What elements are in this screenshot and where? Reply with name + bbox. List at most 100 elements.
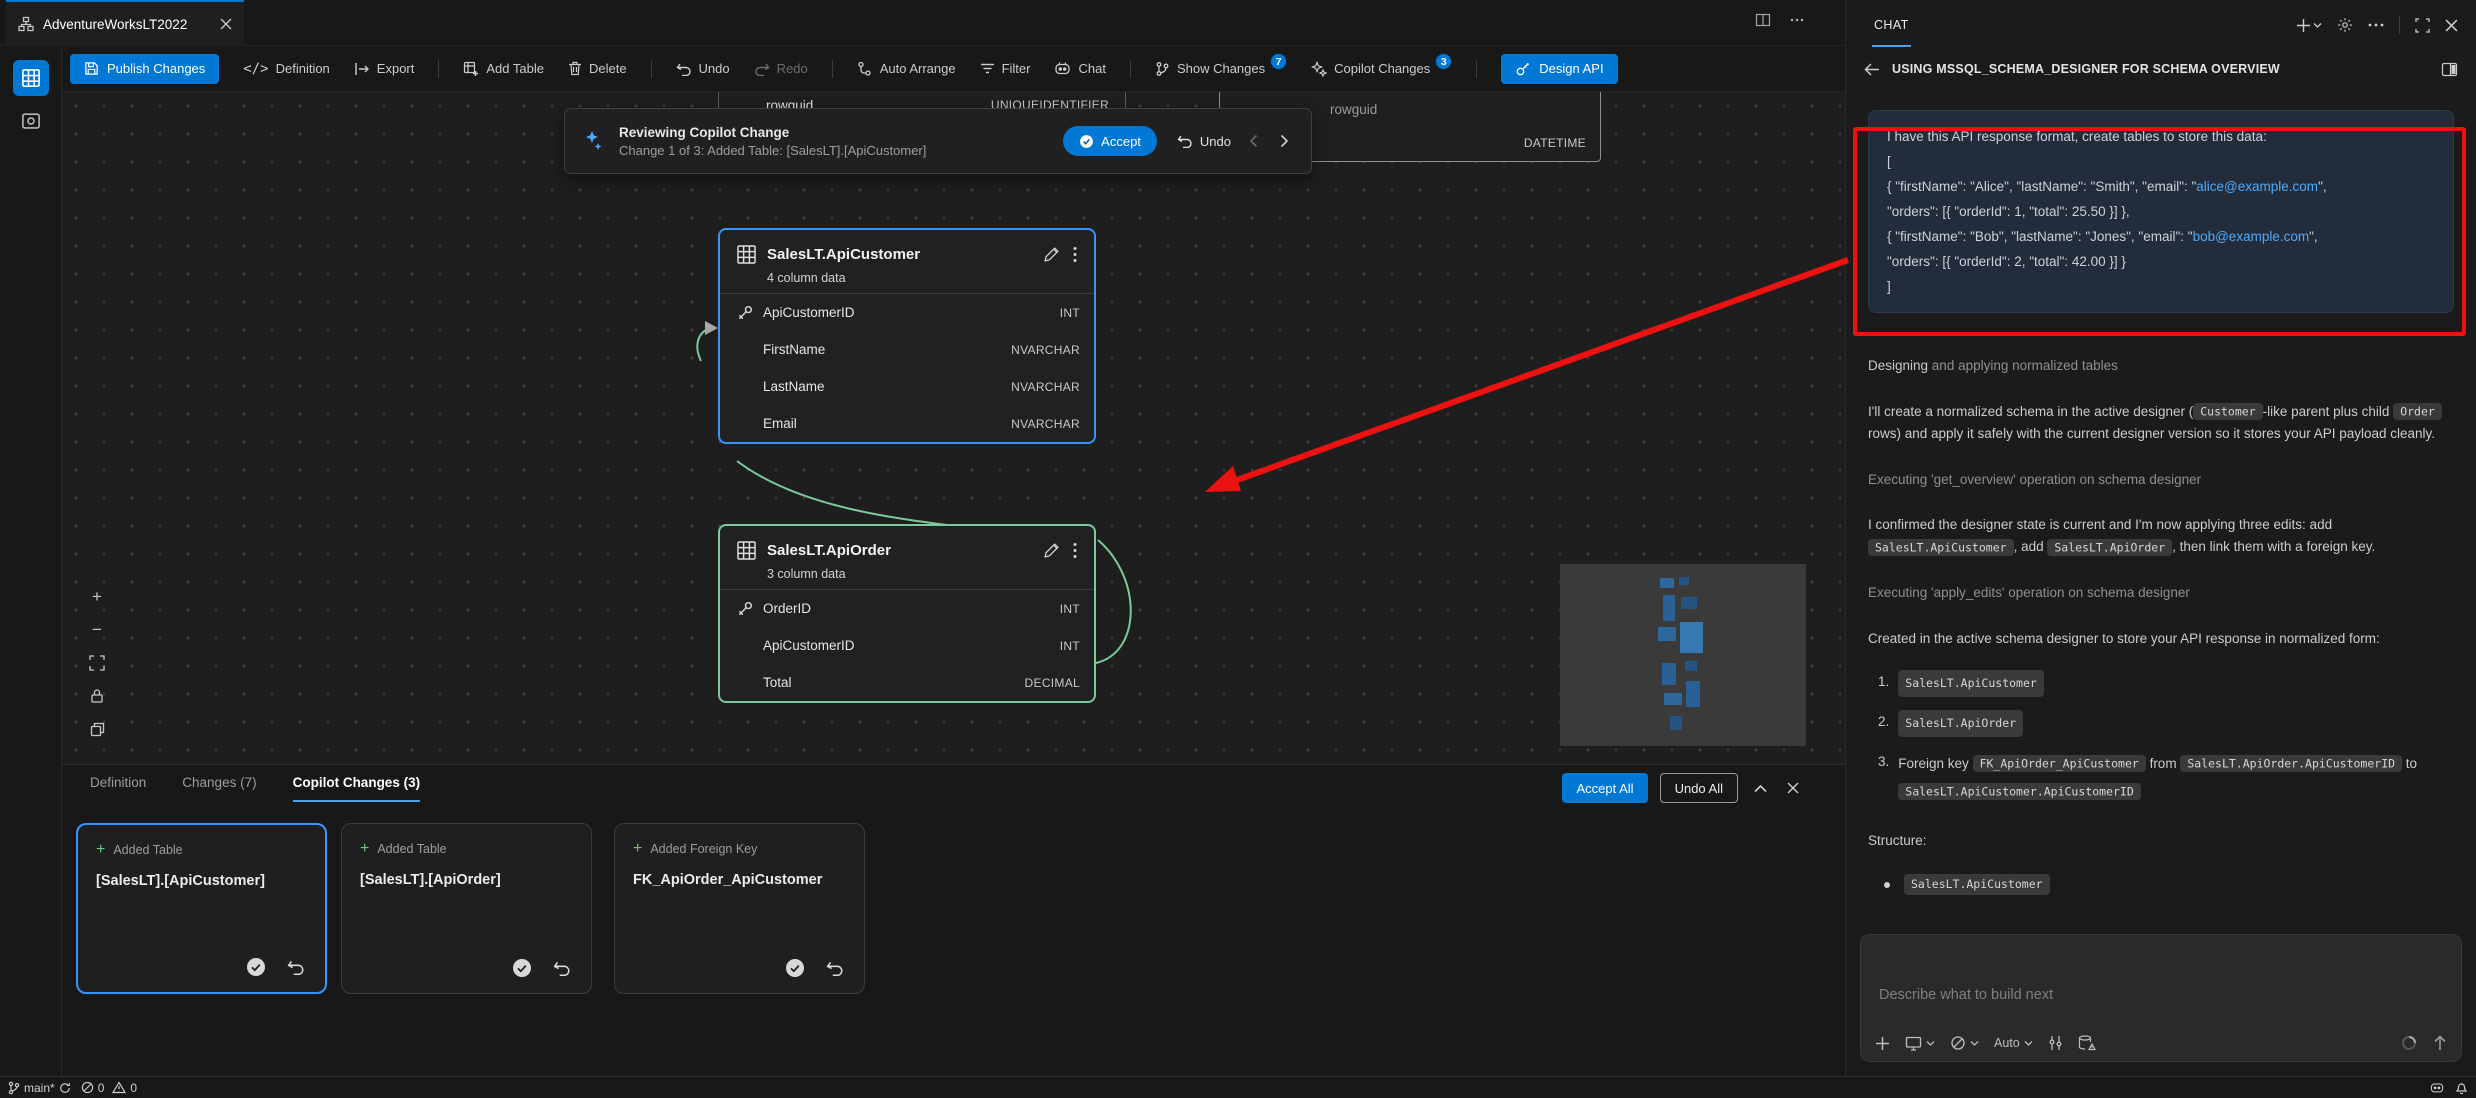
review-copilot-change-bar: Reviewing Copilot Change Change 1 of 3: …	[564, 108, 1312, 174]
column-count: 4 column data	[720, 265, 1094, 294]
close-chat-icon[interactable]	[2445, 19, 2458, 32]
branch-status[interactable]: main*	[8, 1081, 71, 1095]
review-undo-button[interactable]: Undo	[1177, 134, 1231, 149]
spinner-icon	[2401, 1035, 2417, 1051]
chat-input[interactable]: Describe what to build next Auto	[1860, 934, 2462, 1062]
show-changes-button[interactable]: Show Changes 7	[1155, 60, 1287, 77]
collapse-panel-icon[interactable]	[1750, 784, 1771, 793]
card-undo-icon[interactable]	[553, 960, 571, 976]
schema-canvas[interactable]: rowguid UNIQUEIDENTIFIER rowguid Date DA…	[62, 92, 1845, 764]
auto-arrange-button[interactable]: Auto Arrange	[857, 61, 956, 77]
database-warning-icon[interactable]	[2078, 1035, 2096, 1051]
zoom-out-button[interactable]: −	[88, 621, 106, 639]
bell-icon[interactable]	[2455, 1081, 2468, 1095]
card-accept-icon[interactable]	[784, 957, 806, 979]
message-line: [	[1887, 149, 2435, 174]
errors-icon	[81, 1081, 94, 1094]
column-row[interactable]: LastName NVARCHAR	[720, 368, 1094, 405]
source-control-icon	[1155, 61, 1170, 77]
tab-definition[interactable]: Definition	[90, 775, 146, 802]
close-panel-icon[interactable]	[1783, 782, 1803, 794]
preview-icon[interactable]	[18, 108, 44, 134]
back-arrow-icon[interactable]	[1864, 63, 1880, 76]
column-row[interactable]: Total DECIMAL	[720, 664, 1094, 701]
tools-icon[interactable]	[2048, 1035, 2063, 1051]
surface-picker-button[interactable]	[1905, 1036, 1935, 1051]
lock-button[interactable]	[88, 687, 106, 705]
table-name: SalesLT.ApiCustomer	[767, 246, 1033, 263]
email-link[interactable]: alice@example.com	[2196, 179, 2318, 194]
split-editor-icon[interactable]	[1755, 12, 1771, 28]
redo-button[interactable]: Redo	[754, 61, 808, 76]
card-undo-icon[interactable]	[287, 959, 305, 975]
definition-button[interactable]: </> Definition	[243, 61, 330, 77]
open-in-editor-icon[interactable]	[2441, 62, 2458, 77]
card-undo-icon[interactable]	[826, 960, 844, 976]
more-actions-icon[interactable]	[1789, 12, 1805, 28]
export-button[interactable]: Export	[354, 61, 415, 76]
tab-adventureworks[interactable]: AdventureWorksLT2022	[6, 0, 244, 46]
publish-changes-button[interactable]: Publish Changes	[70, 54, 219, 84]
tab-copilot-changes[interactable]: Copilot Changes (3)	[293, 775, 421, 802]
add-context-button[interactable]	[1875, 1036, 1890, 1051]
column-row[interactable]: FirstName NVARCHAR	[720, 331, 1094, 368]
copilot-status-icon[interactable]	[2429, 1081, 2445, 1094]
more-actions-icon[interactable]	[2368, 23, 2384, 27]
table-icon	[736, 244, 757, 265]
zoom-in-button[interactable]: +	[88, 588, 106, 606]
fit-view-button[interactable]	[88, 654, 106, 672]
kebab-menu-icon[interactable]	[1070, 246, 1080, 263]
chat-panel-title[interactable]: CHAT	[1872, 3, 1911, 47]
tab-label: AdventureWorksLT2022	[43, 17, 187, 32]
undo-all-button[interactable]: Undo All	[1660, 773, 1738, 803]
plus-icon: +	[633, 840, 642, 858]
schema-diagram-icon[interactable]	[13, 60, 49, 96]
card-accept-icon[interactable]	[245, 956, 267, 978]
edit-pencil-icon[interactable]	[1043, 246, 1060, 263]
accept-button[interactable]: Accept	[1063, 126, 1157, 156]
next-change-button[interactable]	[1276, 130, 1293, 152]
copy-layout-button[interactable]	[88, 720, 106, 738]
toolbar-separator	[832, 60, 833, 78]
table-node-apiorder[interactable]: SalesLT.ApiOrder 3 column data OrderID I…	[718, 524, 1096, 703]
change-card-foreignkey[interactable]: +Added Foreign Key FK_ApiOrder_ApiCustom…	[614, 823, 865, 994]
maximize-icon[interactable]	[2415, 18, 2430, 33]
table-node-apicustomer[interactable]: SalesLT.ApiCustomer 4 column data ApiCus…	[718, 228, 1096, 444]
filter-button[interactable]: Filter	[980, 61, 1031, 76]
new-chat-button[interactable]	[2296, 18, 2322, 33]
edit-pencil-icon[interactable]	[1043, 542, 1060, 559]
change-name: [SalesLT].[ApiCustomer]	[96, 873, 307, 889]
mode-picker-button[interactable]	[1950, 1035, 1979, 1051]
accept-all-button[interactable]: Accept All	[1562, 773, 1647, 803]
chat-button[interactable]: Chat	[1054, 61, 1105, 76]
design-api-button[interactable]: Design API	[1501, 54, 1617, 84]
toolbar-separator	[1476, 60, 1477, 78]
column-row[interactable]: ApiCustomerID INT	[720, 294, 1094, 331]
delete-button[interactable]: Delete	[568, 61, 627, 76]
email-link[interactable]: bob@example.com	[2193, 229, 2310, 244]
column-row[interactable]: OrderID INT	[720, 590, 1094, 627]
change-card-apiorder[interactable]: +Added Table [SalesLT].[ApiOrder]	[341, 823, 592, 994]
column-type: DATETIME	[1524, 136, 1586, 151]
close-icon[interactable]	[220, 18, 232, 30]
problems-status[interactable]: 0 0	[81, 1081, 137, 1095]
undo-button[interactable]: Undo	[676, 61, 730, 76]
settings-gear-icon[interactable]	[2337, 17, 2353, 33]
add-table-button[interactable]: Add Table	[463, 61, 544, 77]
column-row[interactable]: ApiCustomerID INT	[720, 627, 1094, 664]
redo-icon	[754, 62, 770, 76]
code-chip: Order	[2393, 403, 2442, 420]
code-icon: </>	[243, 61, 268, 77]
previous-change-button[interactable]	[1245, 130, 1262, 152]
kebab-menu-icon[interactable]	[1070, 542, 1080, 559]
column-row[interactable]: Email NVARCHAR	[720, 405, 1094, 442]
send-button[interactable]	[2433, 1035, 2447, 1051]
change-card-apicustomer[interactable]: +Added Table [SalesLT].[ApiCustomer]	[76, 823, 327, 994]
model-picker-button[interactable]: Auto	[1994, 1036, 2033, 1050]
card-accept-icon[interactable]	[511, 957, 533, 979]
copilot-changes-button[interactable]: Copilot Changes 3	[1311, 60, 1452, 77]
tab-changes[interactable]: Changes (7)	[182, 775, 256, 802]
check-circle-icon	[1079, 134, 1094, 149]
minimap[interactable]	[1560, 564, 1806, 746]
copilot-changes-badge: 3	[1435, 53, 1452, 70]
